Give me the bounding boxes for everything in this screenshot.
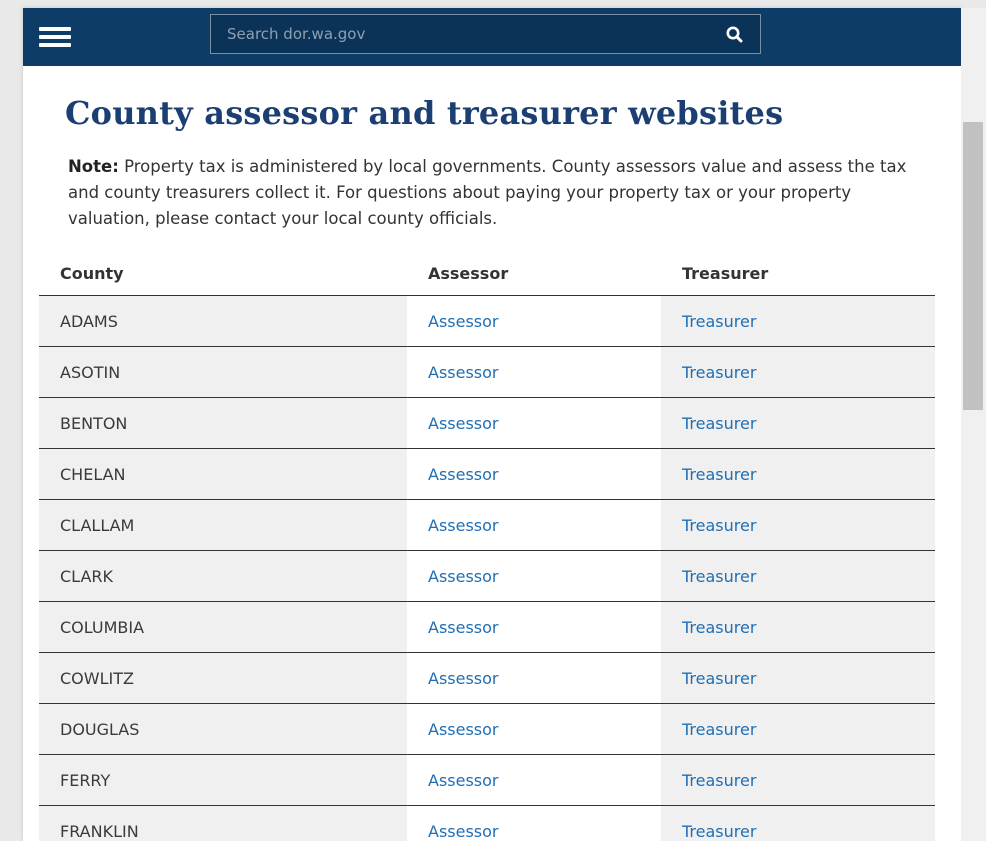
county-name: DOUGLAS [39, 703, 407, 755]
note-paragraph: Note: Property tax is administered by lo… [68, 154, 918, 232]
scrollbar-thumb[interactable] [963, 122, 983, 410]
assessor-link[interactable]: Assessor [428, 669, 499, 688]
assessor-link[interactable]: Assessor [428, 363, 499, 382]
county-name: ADAMS [39, 295, 407, 347]
assessor-link[interactable]: Assessor [428, 414, 499, 433]
table-row: COLUMBIA Assessor Treasurer [39, 601, 935, 653]
column-header-treasurer: Treasurer [661, 251, 935, 296]
main-content: County assessor and treasurer websites N… [23, 66, 961, 841]
treasurer-link[interactable]: Treasurer [682, 363, 756, 382]
note-text: Property tax is administered by local go… [68, 157, 907, 228]
search-icon [726, 26, 743, 43]
county-name: CLALLAM [39, 499, 407, 551]
county-name: COLUMBIA [39, 601, 407, 653]
assessor-link[interactable]: Assessor [428, 567, 499, 586]
treasurer-link[interactable]: Treasurer [682, 465, 756, 484]
page: County assessor and treasurer websites N… [23, 8, 961, 841]
treasurer-link[interactable]: Treasurer [682, 771, 756, 790]
treasurer-link[interactable]: Treasurer [682, 822, 756, 841]
table-row: ADAMS Assessor Treasurer [39, 295, 935, 347]
table-row: CLALLAM Assessor Treasurer [39, 499, 935, 551]
column-header-county: County [39, 251, 407, 296]
county-table: County Assessor Treasurer ADAMS Assessor… [39, 251, 935, 841]
table-row: CLARK Assessor Treasurer [39, 550, 935, 602]
search-box [210, 14, 761, 54]
page-title: County assessor and treasurer websites [65, 94, 784, 132]
county-name: ASOTIN [39, 346, 407, 398]
assessor-link[interactable]: Assessor [428, 822, 499, 841]
assessor-link[interactable]: Assessor [428, 465, 499, 484]
treasurer-link[interactable]: Treasurer [682, 720, 756, 739]
table-row: COWLITZ Assessor Treasurer [39, 652, 935, 704]
hamburger-menu-icon[interactable] [39, 25, 71, 49]
county-name: CLARK [39, 550, 407, 602]
county-name: BENTON [39, 397, 407, 449]
county-name: FERRY [39, 754, 407, 806]
column-header-assessor: Assessor [407, 251, 661, 296]
assessor-link[interactable]: Assessor [428, 720, 499, 739]
search-button[interactable] [722, 23, 748, 47]
table-row: BENTON Assessor Treasurer [39, 397, 935, 449]
assessor-link[interactable]: Assessor [428, 771, 499, 790]
top-navigation-bar [23, 8, 961, 66]
county-name: CHELAN [39, 448, 407, 500]
table-header-row: County Assessor Treasurer [39, 251, 935, 296]
note-label: Note: [68, 157, 119, 176]
search-input[interactable] [211, 15, 701, 53]
treasurer-link[interactable]: Treasurer [682, 618, 756, 637]
assessor-link[interactable]: Assessor [428, 618, 499, 637]
county-name: FRANKLIN [39, 805, 407, 841]
county-name: COWLITZ [39, 652, 407, 704]
table-row: FERRY Assessor Treasurer [39, 754, 935, 806]
table-row: CHELAN Assessor Treasurer [39, 448, 935, 500]
assessor-link[interactable]: Assessor [428, 516, 499, 535]
treasurer-link[interactable]: Treasurer [682, 312, 756, 331]
treasurer-link[interactable]: Treasurer [682, 567, 756, 586]
treasurer-link[interactable]: Treasurer [682, 516, 756, 535]
treasurer-link[interactable]: Treasurer [682, 414, 756, 433]
table-row: DOUGLAS Assessor Treasurer [39, 703, 935, 755]
assessor-link[interactable]: Assessor [428, 312, 499, 331]
table-row: FRANKLIN Assessor Treasurer [39, 805, 935, 841]
table-row: ASOTIN Assessor Treasurer [39, 346, 935, 398]
treasurer-link[interactable]: Treasurer [682, 669, 756, 688]
